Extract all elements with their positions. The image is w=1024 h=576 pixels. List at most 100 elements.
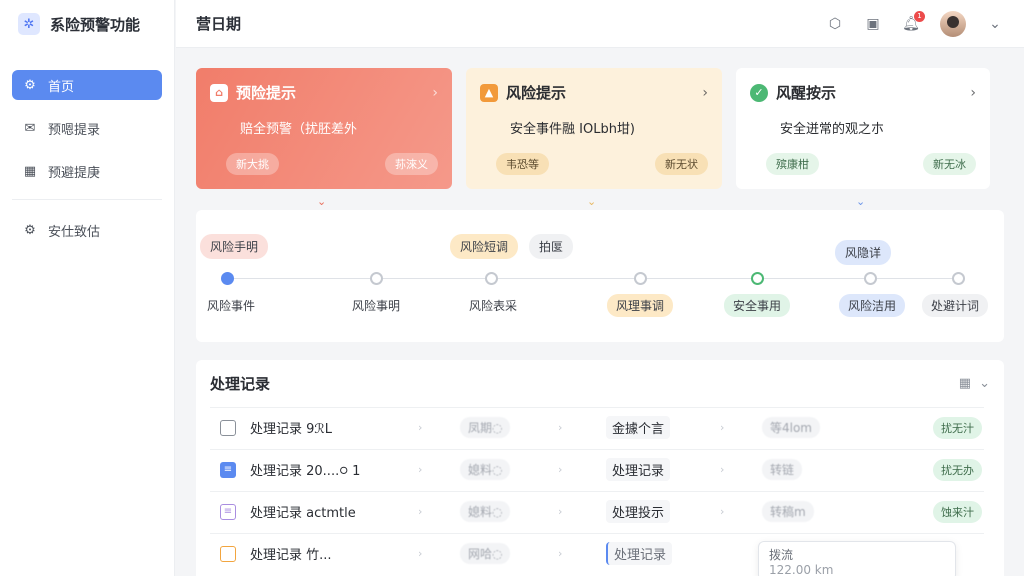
chevron-right-icon: › — [418, 547, 423, 560]
timeline-step-label: 风险洁用 — [838, 294, 906, 317]
card-tag[interactable]: 新无状 — [655, 153, 708, 175]
chevron-right-icon[interactable]: › — [970, 85, 976, 101]
card-title: 风醒按示 — [776, 84, 837, 102]
page-title: 营日期 — [196, 15, 242, 33]
sidebar-item-warnings[interactable]: ▦ 预避提庚 — [12, 156, 162, 186]
alert-card-safe[interactable]: ✓ 风醒按示 › 安全迸常的观之朩 殡康柑 新无冰 ⌄ — [736, 68, 990, 208]
record-type: 处理记录 — [606, 542, 673, 565]
popover-title: 拨流 — [769, 548, 794, 562]
card-title: 风险提示 — [506, 84, 567, 102]
record-name: 处理记录 9ℛL — [250, 422, 333, 437]
card-tag[interactable]: 殡康柑 — [766, 153, 819, 175]
chevron-right-icon: › — [558, 547, 563, 560]
record-meta: 媳料◌ — [460, 501, 511, 522]
card-title: 预险提示 — [236, 84, 297, 102]
sidebar: ✲ 系险预警功能 ⚙ 首页 ✉ 预嗯提录 ▦ 预避提庚 ⚙ 安仕致估 — [0, 0, 175, 576]
chevron-down-icon[interactable]: ⌄ — [986, 15, 1004, 33]
house-icon: ⌂ — [210, 83, 228, 102]
card-tag[interactable]: 新无冰 — [923, 153, 976, 175]
timeline-pill[interactable]: 风险手明 — [200, 234, 269, 259]
sidebar-item-label: 首页 — [48, 79, 75, 95]
timeline-step-label: 安全事用 — [723, 294, 791, 317]
folder-icon — [220, 419, 236, 436]
bell-icon[interactable]: 🔔︎ 1 — [902, 10, 925, 33]
record-meta: 转链 — [762, 459, 803, 480]
status-badge: 蚀来汁 — [933, 500, 982, 523]
detail-popover: 拨流 122.00 km — [758, 541, 956, 576]
brand[interactable]: ✲ 系险预警功能 — [0, 0, 174, 48]
record-name: 处理记录 20....᳃ 1 — [250, 463, 361, 479]
timeline-node[interactable] — [485, 272, 498, 285]
timeline-node[interactable] — [952, 272, 965, 285]
record-name: 处理记录 actmtle — [250, 506, 356, 521]
record-meta: 媳料◌ — [460, 459, 511, 480]
timeline-node[interactable] — [864, 272, 877, 285]
check-icon: ✓ — [750, 83, 768, 102]
card-tag[interactable]: 韦恐等 — [496, 153, 549, 175]
top-header: 营日期 ⬡ ▣ 🔔︎ 1 ⌄ — [176, 0, 1024, 48]
section-title: 处理记录 — [210, 374, 271, 393]
timeline-step-label: 风险表采 — [468, 299, 518, 313]
grid-view-icon[interactable]: ▦ — [959, 376, 971, 391]
record-type: 金據个言 — [606, 416, 671, 439]
sidebar-item-label: 安仕致估 — [48, 224, 101, 240]
timeline-step-label: 处避计词 — [921, 294, 989, 317]
timeline-node[interactable] — [751, 272, 764, 285]
record-meta: 网哈◌ — [460, 543, 511, 564]
timeline-node[interactable] — [370, 272, 383, 285]
chevron-down-icon: ⌄ — [317, 195, 327, 208]
app-title: 系险预警功能 — [50, 15, 141, 34]
list-icon: ≡ — [220, 503, 236, 520]
table-row[interactable]: 处理记录 9ℛL › 凤期◌ › 金據个言 › 等4lom 扰无汁 — [210, 407, 984, 447]
sidebar-item-label: 预避提庚 — [48, 165, 101, 181]
avatar[interactable] — [940, 10, 966, 37]
timeline-node[interactable] — [634, 272, 647, 285]
calendar-icon: ▦ — [23, 163, 37, 179]
chevron-right-icon: › — [720, 505, 725, 518]
record-meta: 凤期◌ — [460, 417, 511, 438]
timeline-step-label: 风险事件 — [206, 299, 256, 313]
record-type: 处理记录 — [606, 458, 671, 481]
document-icon: ≡ — [220, 461, 236, 478]
timeline-pill[interactable]: 拍匽 — [529, 234, 574, 259]
record-type: 处理投示 — [606, 500, 671, 523]
divider — [12, 199, 162, 200]
table-row[interactable]: ≡ 处理记录 20....᳃ 1 › 媳料◌ › 处理记录 › 转链 扰无办 — [210, 449, 984, 489]
sidebar-item-home[interactable]: ⚙ 首页 — [12, 70, 162, 100]
chevron-down-icon[interactable]: ⌄ — [979, 376, 990, 391]
chevron-down-icon: ⌄ — [856, 195, 866, 208]
home-gear-icon: ⚙ — [24, 77, 36, 93]
table-row[interactable]: ≡ 处理记录 actmtle › 媳料◌ › 处理投示 › 转稿m 蚀来汁 — [210, 491, 984, 531]
chevron-right-icon[interactable]: › — [702, 85, 708, 101]
clipboard-icon[interactable]: ▣ — [864, 15, 882, 33]
record-meta: 转稿m — [762, 501, 814, 522]
status-badge: 扰无办 — [933, 458, 982, 481]
record-meta: 等4lom — [762, 417, 821, 438]
sidebar-nav: ⚙ 首页 ✉ 预嗯提录 ▦ 预避提庚 ⚙ 安仕致估 — [0, 48, 174, 245]
timeline-node[interactable] — [221, 272, 234, 285]
chevron-right-icon[interactable]: › — [432, 85, 438, 101]
card-tag[interactable]: 荪淶义 — [385, 153, 438, 175]
timeline-pill[interactable]: 风险短调 — [450, 234, 519, 259]
chevron-right-icon: › — [558, 421, 563, 434]
chevron-right-icon: › — [558, 505, 563, 518]
card-tag[interactable]: 新大挑 — [226, 153, 279, 175]
chat-icon — [220, 545, 236, 562]
timeline-pill[interactable]: 风隐详 — [835, 240, 892, 265]
puzzle-icon: ✲ — [18, 13, 40, 35]
alert-card-risk[interactable]: ▲ 风险提示 › 安全事件融 IOLbh坩) 韦恐等 新无状 ⌄ — [466, 68, 722, 208]
chevron-right-icon: › — [558, 463, 563, 476]
record-name: 处理记录 竹... — [250, 548, 332, 563]
mail-icon: ✉ — [24, 120, 36, 136]
alert-card-warning[interactable]: ⌂ 预险提示 › 赔全预警（扰胚差外 新大挑 荪淶义 ⌄ — [196, 68, 452, 208]
settings-icon: ⚙ — [24, 222, 36, 238]
popover-value: 122.00 km — [769, 563, 834, 576]
sidebar-item-settings[interactable]: ⚙ 安仕致估 — [12, 215, 162, 245]
process-timeline: 风险手明 风险短调 拍匽 风隐详 风险事件 风险事明 风险表采 风理事调 安全事… — [196, 210, 1004, 342]
header-actions: ⬡ ▣ 🔔︎ 1 ⌄ — [826, 10, 1004, 37]
card-text: 安全迸常的观之朩 — [780, 122, 885, 137]
timeline-step-label: 风理事调 — [606, 294, 674, 317]
tag-icon[interactable]: ⬡ — [826, 15, 844, 33]
sidebar-item-alerts[interactable]: ✉ 预嗯提录 — [12, 113, 162, 143]
card-text: 安全事件融 IOLbh坩) — [510, 122, 636, 137]
